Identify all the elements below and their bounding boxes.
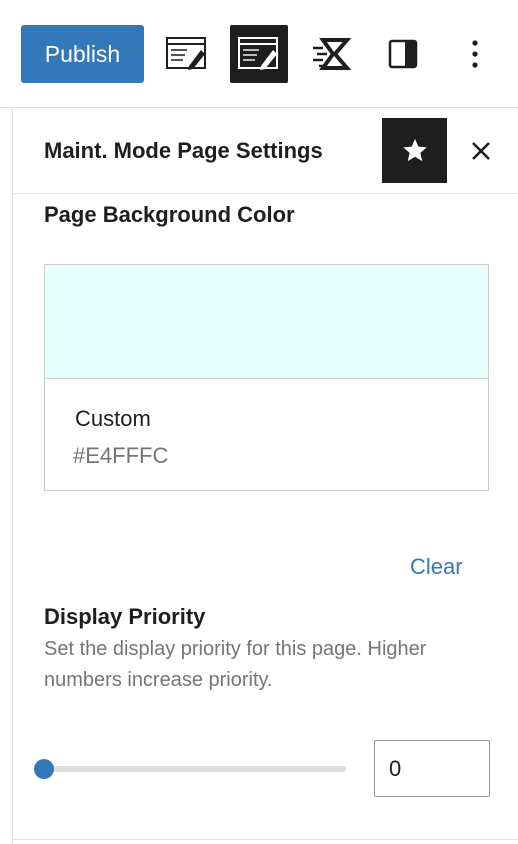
more-vertical-icon[interactable] — [446, 25, 504, 83]
close-icon — [472, 142, 490, 160]
settings-panel: Maint. Mode Page Settings Page Backgroun… — [12, 108, 518, 844]
color-swatch[interactable] — [45, 265, 488, 379]
panel-header: Maint. Mode Page Settings — [13, 108, 518, 194]
page-editor-icon[interactable] — [158, 25, 216, 83]
sidebar-toggle-icon[interactable] — [374, 25, 432, 83]
priority-slider-track[interactable] — [44, 766, 346, 772]
publish-button[interactable]: Publish — [21, 25, 144, 83]
lightning-k-icon[interactable] — [302, 25, 360, 83]
panel-divider — [13, 839, 518, 840]
background-color-label: Page Background Color — [44, 202, 295, 227]
color-hex-value: #E4FFFC — [73, 443, 169, 468]
close-button[interactable] — [465, 135, 497, 167]
edit-page-icon[interactable] — [230, 25, 288, 83]
color-name: Custom — [75, 406, 151, 431]
editor-toolbar: Publish — [0, 0, 518, 108]
star-icon — [402, 138, 427, 162]
color-picker-card[interactable]: Custom #E4FFFC — [44, 264, 489, 491]
display-priority-help: Set the display priority for this page. … — [44, 638, 427, 691]
panel-title: Maint. Mode Page Settings — [44, 138, 323, 163]
display-priority-label: Display Priority — [44, 604, 206, 629]
priority-slider-thumb[interactable] — [34, 759, 54, 779]
pin-button[interactable] — [382, 118, 447, 183]
clear-color-button[interactable]: Clear — [410, 554, 463, 580]
priority-number-input[interactable] — [374, 740, 490, 797]
